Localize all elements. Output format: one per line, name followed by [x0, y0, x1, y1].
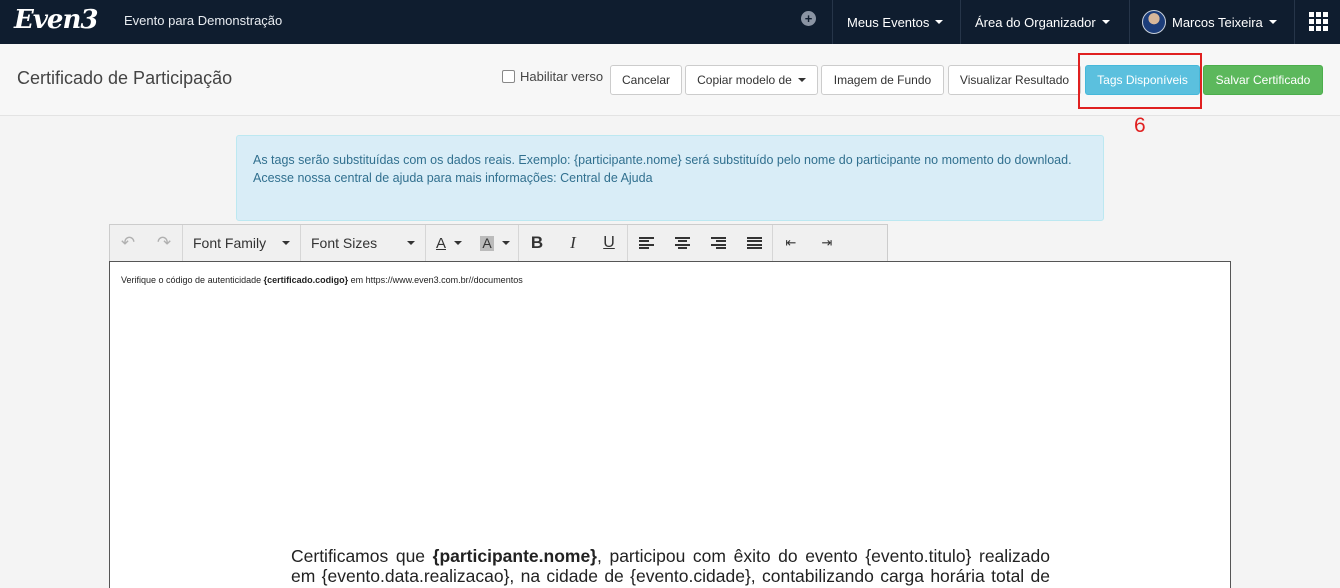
verify-prefix: Verifique o código de autenticidade [121, 275, 264, 285]
chevron-down-icon [454, 241, 462, 245]
body-prefix: Certificamos que [291, 546, 433, 566]
verify-tag: {certificado.codigo} [263, 275, 349, 285]
chevron-down-icon [501, 241, 510, 245]
background-color-button[interactable]: A [472, 225, 518, 262]
chevron-down-icon [282, 241, 290, 245]
indent-button[interactable]: ⇥ [809, 225, 845, 262]
top-navbar: Even3 Evento para Demonstração + Meus Ev… [0, 0, 1340, 44]
apps-grid-icon[interactable] [1309, 12, 1328, 31]
verify-code-text: Verifique o código de autenticidade {cer… [121, 275, 523, 285]
user-name: Marcos Teixeira [1172, 14, 1263, 30]
background-image-button[interactable]: Imagem de Fundo [821, 65, 944, 95]
align-justify-button[interactable] [736, 225, 772, 262]
verify-suffix: em https://www.even3.com.br//documentos [348, 275, 523, 285]
user-menu[interactable]: Marcos Teixeira [1142, 0, 1277, 44]
menu-meus-eventos-label: Meus Eventos [847, 14, 930, 30]
outdent-icon: ⇤ [785, 235, 797, 250]
menu-area-organizador[interactable]: Área do Organizador [975, 0, 1110, 44]
align-center-icon [674, 237, 690, 249]
annotation-number: 6 [1134, 114, 1146, 137]
menu-area-organizador-label: Área do Organizador [975, 14, 1096, 30]
nav-divider [832, 0, 833, 44]
cancel-button[interactable]: Cancelar [610, 65, 682, 95]
chevron-down-icon [1101, 20, 1110, 24]
undo-icon[interactable]: ↶ [110, 225, 146, 262]
underline-button[interactable]: U [591, 225, 627, 262]
text-color-icon: A [435, 234, 446, 252]
font-sizes-label: Font Sizes [311, 235, 378, 251]
redo-icon[interactable]: ↷ [146, 225, 182, 262]
font-sizes-select[interactable]: Font Sizes [301, 225, 425, 262]
bold-button[interactable]: B [519, 225, 555, 262]
indent-icon: ⇥ [821, 235, 833, 250]
nav-divider [960, 0, 961, 44]
font-family-label: Font Family [193, 235, 267, 251]
alert-help-line: Acesse nossa central de ajuda para mais … [253, 169, 1087, 187]
save-certificate-button[interactable]: Salvar Certificado [1203, 65, 1323, 95]
add-icon[interactable]: + [801, 11, 816, 26]
preview-result-button[interactable]: Visualizar Resultado [948, 65, 1081, 95]
help-center-link[interactable]: Central de Ajuda [560, 171, 652, 185]
avatar [1142, 10, 1166, 34]
copy-model-dropdown[interactable]: Copiar modelo de [685, 65, 818, 95]
info-alert: As tags serão substituídas com os dados … [236, 135, 1104, 221]
copy-model-label: Copiar modelo de [697, 73, 792, 87]
chevron-down-icon [935, 20, 944, 24]
nav-divider [1294, 0, 1295, 44]
align-right-button[interactable] [700, 225, 736, 262]
certificate-body-text: Certificamos que {participante.nome}, pa… [291, 546, 1050, 588]
align-right-icon [710, 237, 726, 249]
event-name[interactable]: Evento para Demonstração [124, 13, 282, 28]
alert-text: As tags serão substituídas com os dados … [253, 153, 1072, 167]
nav-divider [1129, 0, 1130, 44]
certificate-editor[interactable]: Verifique o código de autenticidade {cer… [109, 261, 1231, 588]
checkbox-icon[interactable] [502, 70, 515, 83]
italic-button[interactable]: I [555, 225, 591, 262]
menu-meus-eventos[interactable]: Meus Eventos [847, 0, 944, 44]
page-title: Certificado de Participação [17, 68, 233, 88]
align-justify-icon [746, 237, 762, 249]
outdent-button[interactable]: ⇤ [773, 225, 809, 262]
chevron-down-icon [797, 78, 806, 82]
text-color-button[interactable]: A [426, 225, 472, 262]
enable-version-label: Habilitar verso [520, 69, 604, 84]
align-left-icon [638, 237, 654, 249]
page-header: Certificado de Participação Habilitar ve… [0, 44, 1340, 116]
align-center-button[interactable] [664, 225, 700, 262]
font-family-select[interactable]: Font Family [183, 225, 300, 262]
alert-help-prefix: Acesse nossa central de ajuda para mais … [253, 171, 561, 185]
chevron-down-icon [1268, 20, 1277, 24]
participant-name-tag: {participante.nome} [432, 546, 597, 566]
editor-toolbar: ↶ ↷ Font Family Font Sizes A A B I U ⇤ ⇥ [109, 224, 888, 262]
align-left-button[interactable] [628, 225, 664, 262]
enable-version-checkbox[interactable]: Habilitar verso [502, 69, 603, 84]
even3-logo[interactable]: Even3 [14, 5, 98, 35]
background-color-icon: A [480, 234, 494, 251]
chevron-down-icon [407, 241, 415, 245]
available-tags-button[interactable]: Tags Disponíveis [1085, 65, 1200, 95]
